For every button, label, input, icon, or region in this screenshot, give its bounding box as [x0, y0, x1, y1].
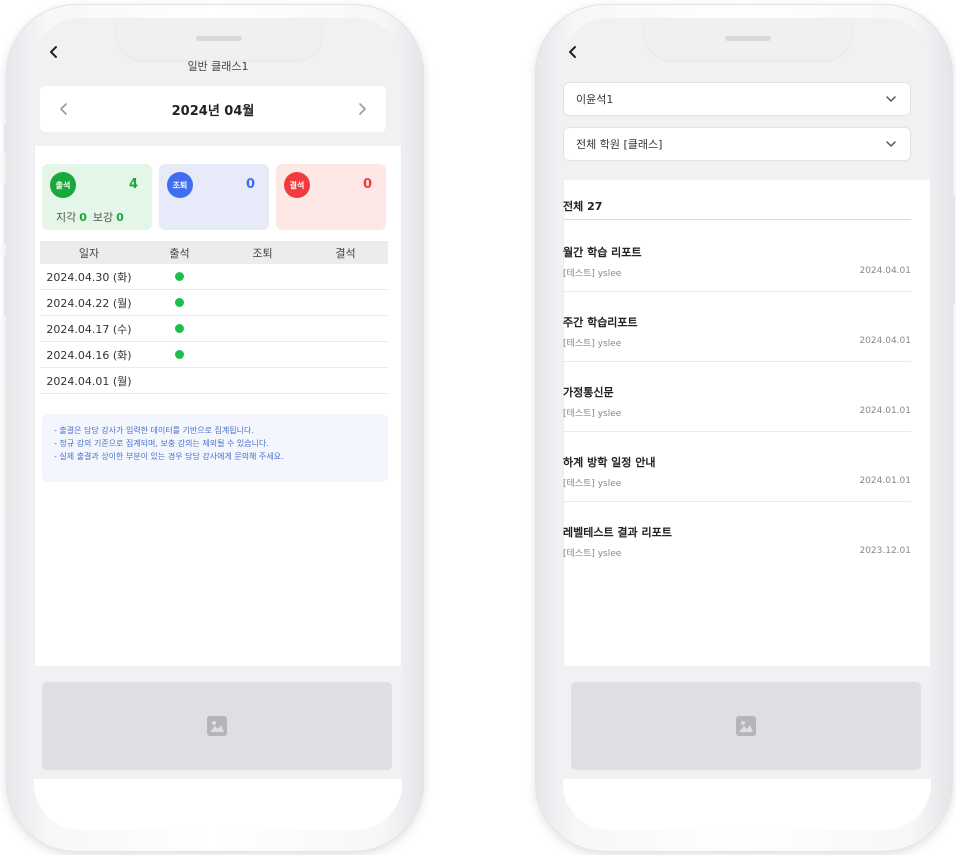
table-row: 2024.04.17 (수) — [40, 316, 388, 342]
absent-stat-card: 결석 0 — [276, 164, 386, 230]
report-date: 2024.04.01 — [859, 336, 911, 346]
attendance-table: 일자 출석 조퇴 결석 2024.04.30 (화) 2024.04.22 (월… — [40, 241, 388, 394]
chevron-down-icon — [886, 141, 896, 147]
footer-area — [563, 666, 931, 830]
report-title: 레벨테스트 결과 리포트 — [563, 526, 672, 539]
home-indicator-area — [563, 779, 931, 830]
attend-stat-card: 출석 4 지각 0 보강 0 — [42, 164, 152, 230]
early-leave-badge: 조퇴 — [167, 172, 193, 198]
attend-dot-icon — [175, 298, 184, 307]
attend-cell — [138, 272, 221, 281]
list-item[interactable]: 가정통신문 [테스트] yslee 2024.01.01 — [563, 362, 911, 432]
phone-frame-reports: 이윤석1 전체 학원 [클래스] 전체 27 월간 학습 리포트 [테스트] y… — [535, 4, 955, 852]
image-placeholder — [571, 682, 921, 770]
row-date: 2024.04.01 (월) — [46, 374, 132, 388]
absent-badge: 결석 — [284, 172, 310, 198]
report-title: 월간 학습 리포트 — [563, 246, 642, 259]
absent-count: 0 — [362, 177, 372, 192]
device-notch — [116, 18, 322, 60]
table-row: 2024.04.01 (월) — [40, 368, 388, 394]
late-makeup-summary: 지각 0 보강 0 — [56, 209, 130, 225]
side-button — [4, 256, 8, 316]
table-header: 일자 출석 조퇴 결석 — [40, 241, 388, 264]
month-selector: 2024년 04월 — [40, 86, 386, 132]
side-button — [951, 194, 955, 304]
side-button — [4, 184, 8, 244]
attend-dot-icon — [175, 324, 184, 333]
row-date: 2024.04.22 (월) — [46, 296, 132, 310]
attend-badge: 출석 — [50, 172, 76, 198]
report-author: [테스트] yslee — [563, 269, 622, 279]
device-notch — [645, 18, 851, 60]
makeup-label: 보강 — [92, 211, 114, 224]
row-date: 2024.04.17 (수) — [46, 322, 132, 336]
next-month-icon[interactable] — [352, 99, 372, 119]
student-select[interactable]: 이윤석1 — [563, 82, 911, 116]
report-author: [테스트] yslee — [563, 409, 622, 419]
page-title: 일반 클래스1 — [187, 60, 249, 73]
notice-line: - 출결은 담당 강사가 입력한 데이터를 기반으로 집계됩니다. — [54, 426, 254, 435]
table-row: 2024.04.22 (월) — [40, 290, 388, 316]
image-icon — [207, 716, 227, 736]
speaker-grille — [725, 36, 771, 41]
header-attend: 출석 — [169, 246, 190, 260]
student-select-value: 이윤석1 — [576, 93, 614, 106]
header-date: 일자 — [78, 246, 100, 260]
back-chevron-icon[interactable] — [563, 42, 583, 62]
attend-cell — [138, 324, 221, 333]
late-count: 0 — [79, 211, 87, 224]
list-item[interactable]: 하계 방학 일정 안내 [테스트] yslee 2024.01.01 — [563, 432, 911, 502]
row-date: 2024.04.16 (화) — [46, 348, 132, 362]
early-leave-stat-card: 조퇴 0 — [159, 164, 269, 230]
image-placeholder — [42, 682, 392, 770]
academy-select[interactable]: 전체 학원 [클래스] — [563, 127, 911, 161]
notice-line: - 정규 강의 기준으로 집계되며, 보충 강의는 제외될 수 있습니다. — [54, 439, 269, 448]
chevron-down-icon — [886, 96, 896, 102]
report-title: 주간 학습리포트 — [563, 316, 638, 329]
report-author: [테스트] yslee — [563, 479, 622, 489]
footer-area — [34, 666, 402, 830]
side-button — [4, 124, 8, 152]
list-item[interactable]: 주간 학습리포트 [테스트] yslee 2024.04.01 — [563, 292, 911, 362]
home-indicator-area — [34, 779, 402, 830]
attend-cell — [138, 350, 221, 359]
attend-count: 4 — [128, 177, 138, 192]
report-date: 2023.12.01 — [859, 546, 911, 556]
report-date: 2024.01.01 — [859, 406, 911, 416]
report-title: 하계 방학 일정 안내 — [563, 456, 656, 469]
attend-dot-icon — [175, 272, 184, 281]
attend-cell — [138, 298, 221, 307]
phone-frame-attendance: 일반 클래스1 2024년 04월 출석 4 지각 0 보강 0 조퇴 0 결석 0 — [4, 4, 424, 852]
makeup-count: 0 — [116, 211, 124, 224]
month-label: 2024년 04월 — [171, 103, 255, 119]
back-chevron-icon[interactable] — [44, 42, 64, 62]
image-icon — [736, 716, 756, 736]
list-item[interactable]: 월간 학습 리포트 [테스트] yslee 2024.04.01 — [563, 222, 911, 292]
table-row: 2024.04.30 (화) — [40, 264, 388, 290]
report-screen: 이윤석1 전체 학원 [클래스] 전체 27 월간 학습 리포트 [테스트] y… — [563, 18, 931, 830]
report-author: [테스트] yslee — [563, 549, 622, 559]
report-author: [테스트] yslee — [563, 339, 622, 349]
attendance-screen: 일반 클래스1 2024년 04월 출석 4 지각 0 보강 0 조퇴 0 결석 0 — [34, 18, 402, 830]
early-leave-count: 0 — [245, 177, 255, 192]
list-item[interactable]: 레벨테스트 결과 리포트 [테스트] yslee 2023.12.01 — [563, 502, 911, 572]
academy-select-value: 전체 학원 [클래스] — [576, 138, 663, 151]
total-count: 전체 27 — [563, 198, 911, 220]
report-title: 가정통신문 — [563, 386, 614, 399]
table-row: 2024.04.16 (화) — [40, 342, 388, 368]
speaker-grille — [196, 36, 242, 41]
attendance-notice: - 출결은 담당 강사가 입력한 데이터를 기반으로 집계됩니다. - 정규 강… — [42, 414, 388, 482]
notice-line: - 실제 출결과 상이한 부분이 있는 경우 담당 강사에게 문의해 주세요. — [54, 452, 284, 461]
prev-month-icon[interactable] — [54, 99, 74, 119]
report-date: 2024.01.01 — [859, 476, 911, 486]
row-date: 2024.04.30 (화) — [46, 270, 132, 284]
attend-dot-icon — [175, 350, 184, 359]
late-label: 지각 — [56, 211, 77, 224]
header-absent: 결석 — [335, 246, 356, 260]
header-early-leave: 조퇴 — [252, 246, 273, 260]
report-date: 2024.04.01 — [859, 266, 911, 276]
